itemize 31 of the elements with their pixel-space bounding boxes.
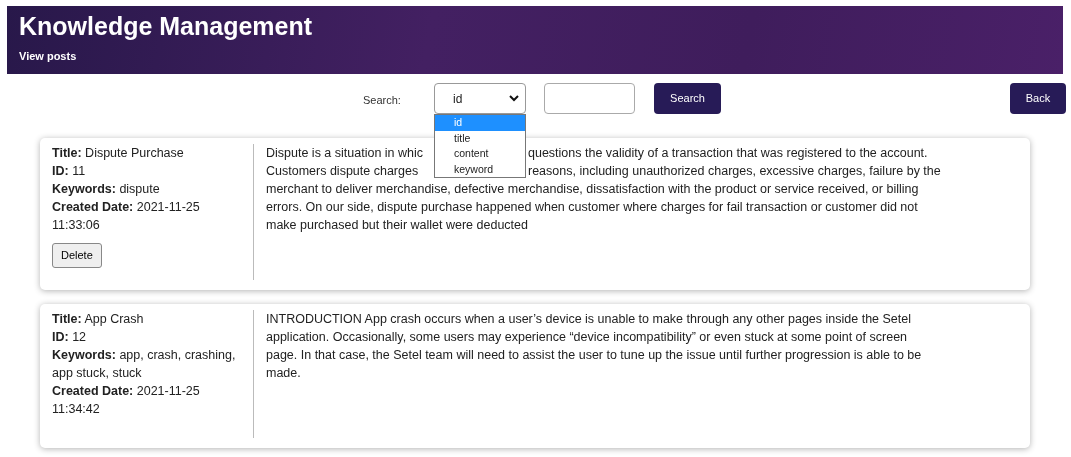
content-text: made. [266, 366, 301, 380]
content-text: errors. On our side, dispute purchase happened when customer where charges for fail transaction or customer did not [266, 200, 918, 214]
delete-button[interactable]: Delete [52, 243, 102, 268]
page-title: Knowledge Management [19, 11, 314, 42]
post-field: Created Date: 2021-11-25 11:33:06 [52, 198, 245, 234]
post-field: Title: Dispute Purchase [52, 144, 245, 162]
dropdown-option[interactable]: keyword [435, 161, 525, 177]
post-field: ID: 12 [52, 328, 245, 346]
content-text: reasons, including unauthorized charges, excessive charges, failure by the [528, 164, 941, 178]
search-type-select[interactable]: id [434, 83, 526, 114]
post-field: Keywords: app, crash, crashing, app stuck, stuck [52, 346, 245, 382]
post-field: Title: App Crash [52, 310, 245, 328]
content-text: Customers dispute charges [266, 164, 419, 178]
dropdown-option[interactable]: content [435, 146, 525, 162]
content-text: merchant to deliver merchandise, defective merchandise, dissatisfaction with the product or service received, or billing [266, 182, 919, 196]
content-text: application. Occasionally, some users may experience “device incompatibility” or even stuck at some point of screen [266, 330, 908, 344]
back-button[interactable]: Back [1010, 83, 1066, 114]
chevron-down-icon [509, 95, 519, 102]
post-field: Created Date: 2021-11-25 11:34:42 [52, 382, 245, 418]
search-label: Search: [363, 93, 401, 108]
post-field: ID: 11 [52, 162, 245, 180]
content-text: Dispute is a situation in whic [266, 146, 424, 160]
search-field[interactable] [544, 83, 635, 114]
search-button[interactable]: Search [654, 83, 721, 114]
content-text: INTRODUCTION App crash occurs when a user’s device is unable to make through any other pages inside the Setel [266, 312, 911, 326]
content-text: make purchased but their wallet were deducted [266, 218, 528, 232]
view-posts-link[interactable]: View posts [19, 48, 77, 65]
content-text: page. In that case, the Setel team will need to assist the user to tune up the issue until further progression is able to be [266, 348, 922, 362]
content-text: questions the validity of a transaction that was registered to the account. [528, 146, 928, 160]
post-field: Keywords: dispute [52, 180, 245, 198]
dropdown-option[interactable]: title [435, 130, 525, 146]
